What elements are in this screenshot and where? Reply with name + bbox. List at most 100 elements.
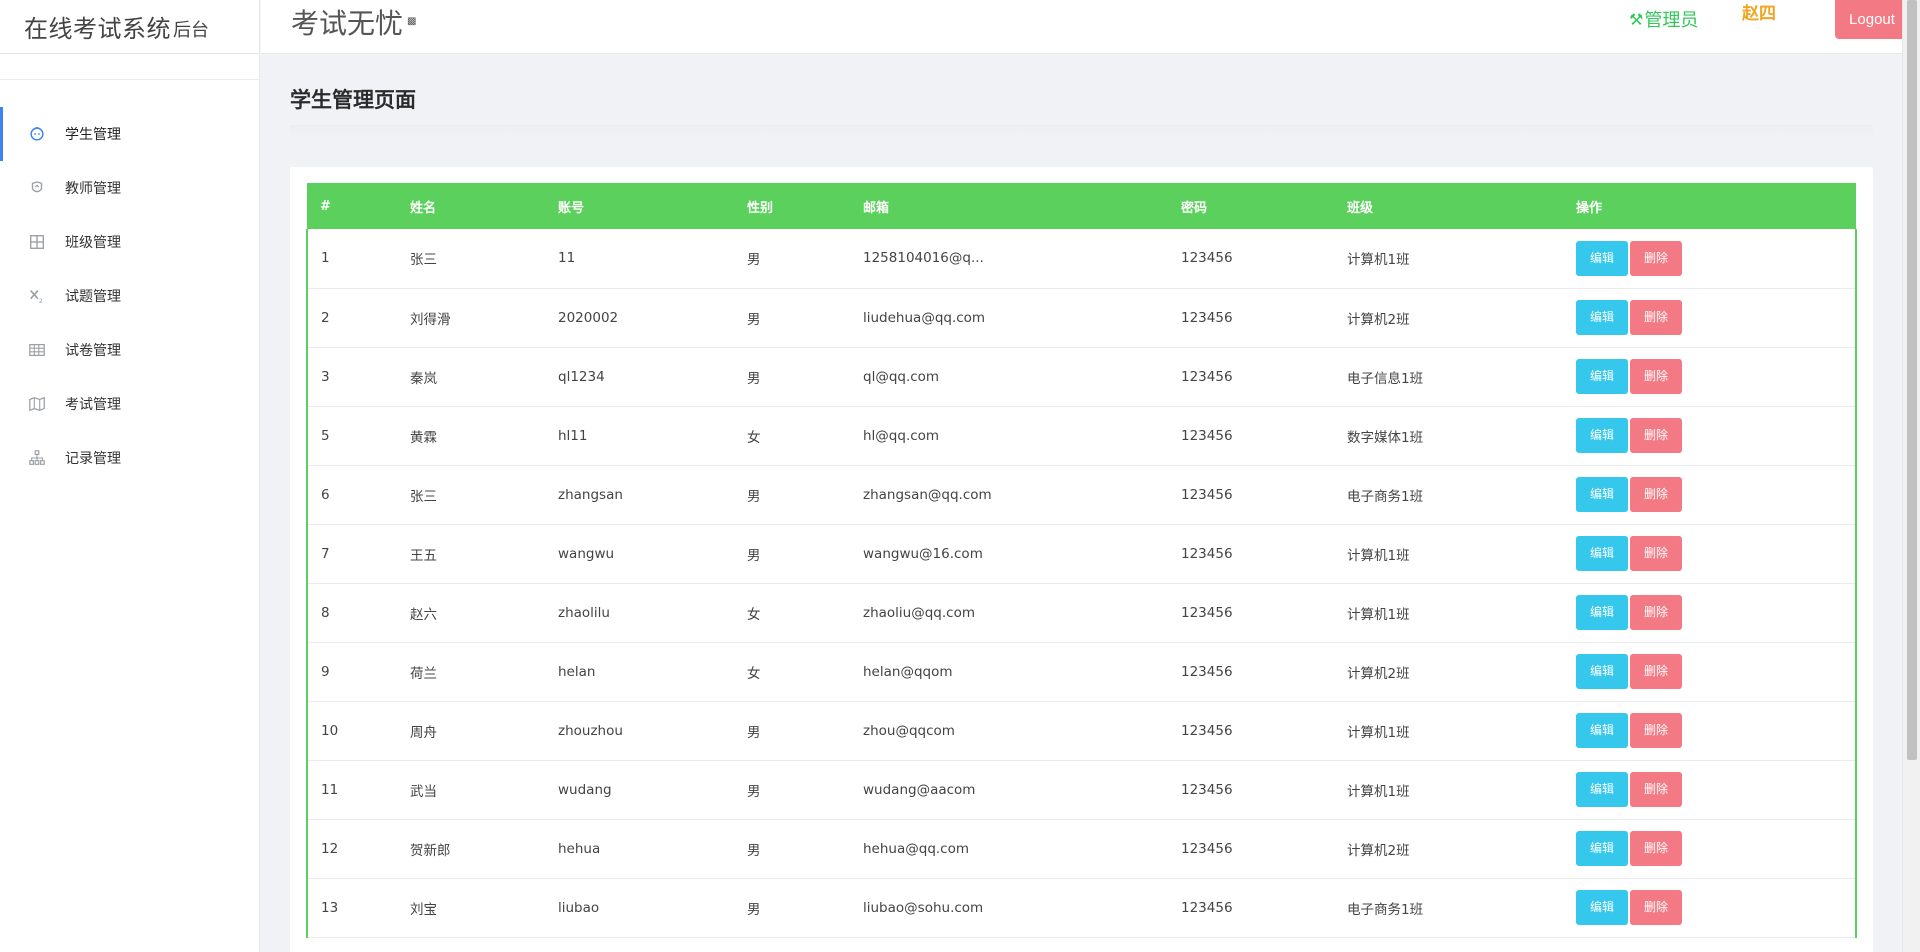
- edit-button[interactable]: 编辑: [1576, 359, 1628, 394]
- table-row: 13 刘宝 liubao 男 liubao@sohu.com 123456 电子商务1班 编辑…: [306, 878, 1857, 937]
- cell-password: 123456: [1181, 899, 1233, 916]
- sidebar-item-classes[interactable]: 班级管理: [0, 215, 259, 269]
- table-icon: [27, 340, 47, 360]
- delete-button[interactable]: 删除: [1630, 300, 1682, 335]
- logout-button[interactable]: Logout: [1835, 0, 1909, 39]
- cell-name: 荷兰: [410, 665, 437, 682]
- cell-account: ql1234: [558, 368, 605, 385]
- delete-button[interactable]: 删除: [1630, 359, 1682, 394]
- top-header: 考试无忧 ▩ ⚒ 管理员 赵四 Logout: [261, 0, 1909, 54]
- delete-button[interactable]: 删除: [1630, 890, 1682, 925]
- sidebar-item-students[interactable]: 学生管理: [0, 107, 259, 161]
- cell-class: 计算机1班: [1347, 606, 1410, 623]
- cell-class: 计算机2班: [1347, 665, 1410, 682]
- sidebar-item-label: 班级管理: [65, 235, 121, 251]
- edit-button[interactable]: 编辑: [1576, 300, 1628, 335]
- col-header-actions: 操作: [1576, 200, 1603, 216]
- cell-class: 电子信息1班: [1347, 370, 1424, 387]
- cell-account: hl11: [558, 427, 588, 444]
- map-icon: [27, 394, 47, 414]
- hammer-icon: ⚒: [1629, 9, 1644, 29]
- table-row: 3 秦岚 ql1234 男 ql@qq.com 123456 电子信息1班 编辑 删除: [306, 347, 1857, 406]
- col-header-gender: 性别: [747, 200, 774, 216]
- cell-name: 刘得滑: [410, 311, 451, 328]
- cell-account: 2020002: [558, 309, 619, 326]
- cell-actions: 编辑 删除: [1563, 524, 1857, 583]
- cell-email: liubao@sohu.com: [863, 899, 984, 916]
- cell-actions: 编辑 删除: [1563, 583, 1857, 642]
- cell-password: 123456: [1181, 722, 1233, 739]
- edit-button[interactable]: 编辑: [1576, 536, 1628, 571]
- current-user[interactable]: 赵四: [1742, 0, 1776, 24]
- edit-button[interactable]: 编辑: [1576, 418, 1628, 453]
- cell-email: hehua@qq.com: [863, 840, 970, 857]
- app-title: 考试无忧 ▩: [291, 2, 416, 42]
- cell-actions: 编辑 删除: [1563, 229, 1857, 288]
- edit-button[interactable]: 编辑: [1576, 890, 1628, 925]
- delete-button[interactable]: 删除: [1630, 595, 1682, 630]
- edit-button[interactable]: 编辑: [1576, 654, 1628, 689]
- delete-button[interactable]: 删除: [1630, 240, 1682, 276]
- sidebar-item-records[interactable]: 记录管理: [0, 431, 259, 485]
- cell-actions: 编辑 删除: [1563, 760, 1857, 819]
- cell-actions: 编辑 删除: [1563, 701, 1857, 760]
- cell-name: 刘宝: [410, 901, 437, 918]
- cell-class: 电子商务1班: [1347, 901, 1424, 918]
- cell-id: 1: [306, 229, 397, 288]
- cell-name: 张三: [410, 488, 437, 505]
- col-header-name: 姓名: [410, 200, 437, 216]
- sidebar-item-label: 试题管理: [65, 289, 121, 305]
- cell-class: 计算机1班: [1347, 252, 1410, 269]
- page-scrollbar[interactable]: [1902, 0, 1920, 952]
- cell-email: zhaoliu@qq.com: [863, 604, 975, 621]
- teacher-icon: [27, 178, 47, 198]
- cell-gender: 男: [747, 547, 761, 564]
- sidebar-item-label: 考试管理: [65, 397, 121, 413]
- cell-email: 1258104016@q...: [863, 250, 984, 267]
- delete-button[interactable]: 删除: [1630, 418, 1682, 453]
- edit-button[interactable]: 编辑: [1576, 772, 1628, 807]
- sidebar-item-exams[interactable]: 考试管理: [0, 377, 259, 431]
- edit-button[interactable]: 编辑: [1576, 477, 1628, 512]
- sidebar-item-papers[interactable]: 试卷管理: [0, 323, 259, 377]
- edit-button[interactable]: 编辑: [1576, 831, 1628, 866]
- cell-password: 123456: [1181, 427, 1233, 444]
- cell-account: 11: [558, 250, 576, 267]
- subscript-icon: 2: [27, 286, 47, 306]
- edit-button[interactable]: 编辑: [1576, 595, 1628, 630]
- delete-button[interactable]: 删除: [1630, 831, 1682, 866]
- cell-gender: 男: [747, 311, 761, 328]
- cell-gender: 男: [747, 488, 761, 505]
- scrollbar-thumb[interactable]: [1907, 0, 1917, 760]
- delete-button[interactable]: 删除: [1630, 536, 1682, 571]
- edit-button[interactable]: 编辑: [1576, 240, 1628, 276]
- title-divider: [290, 125, 1873, 139]
- sidebar-item-teachers[interactable]: 教师管理: [0, 161, 259, 215]
- cell-name: 周舟: [410, 724, 437, 741]
- cell-password: 123456: [1181, 368, 1233, 385]
- cell-password: 123456: [1181, 663, 1233, 680]
- table-row: 5 黄霖 hl11 女 hl@qq.com 123456 数字媒体1班 编辑 删除: [306, 406, 1857, 465]
- col-header-account: 账号: [558, 200, 585, 216]
- sitemap-icon: [27, 448, 47, 468]
- cell-class: 计算机2班: [1347, 311, 1410, 328]
- col-header-email: 邮箱: [863, 200, 890, 216]
- cell-password: 123456: [1181, 781, 1233, 798]
- cell-email: wudang@aacom: [863, 781, 976, 798]
- delete-button[interactable]: 删除: [1630, 772, 1682, 807]
- cell-actions: 编辑 删除: [1563, 465, 1857, 524]
- sidebar-item-questions[interactable]: 2 试题管理: [0, 269, 259, 323]
- cell-password: 123456: [1181, 250, 1233, 267]
- cell-name: 赵六: [410, 606, 437, 623]
- cell-gender: 男: [747, 901, 761, 918]
- table-row: 12 贺新郎 hehua 男 hehua@qq.com 123456 计算机2班 编辑 删除: [306, 819, 1857, 878]
- delete-button[interactable]: 删除: [1630, 477, 1682, 512]
- cell-gender: 女: [747, 429, 761, 446]
- edit-button[interactable]: 编辑: [1576, 713, 1628, 748]
- delete-button[interactable]: 删除: [1630, 713, 1682, 748]
- cell-class: 数字媒体1班: [1347, 429, 1424, 446]
- cell-actions: 编辑 删除: [1563, 288, 1857, 347]
- cell-name: 张三: [410, 252, 437, 269]
- delete-button[interactable]: 删除: [1630, 654, 1682, 689]
- cell-id: 12: [306, 819, 397, 878]
